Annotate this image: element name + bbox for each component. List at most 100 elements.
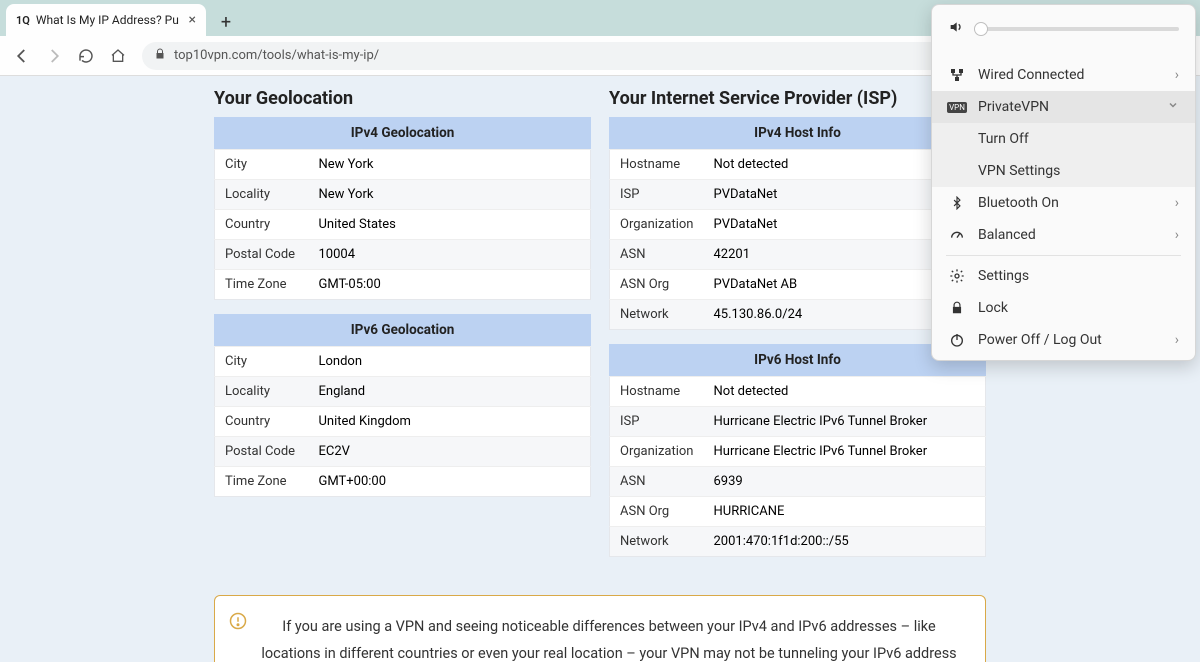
- row-value: New York: [309, 180, 591, 210]
- chevron-right-icon: ›: [1175, 227, 1179, 243]
- url-text: top10vpn.com/tools/what-is-my-ip/: [174, 48, 379, 63]
- tab-favicon: 1Q: [16, 14, 30, 27]
- vpn-turn-off-label: Turn Off: [978, 131, 1179, 147]
- ipv4-geolocation-table: IPv4 Geolocation CityNew YorkLocalityNew…: [214, 117, 591, 300]
- table-row: Network45.130.86.0/24: [610, 300, 986, 330]
- row-value: GMT+00:00: [309, 467, 591, 497]
- separator: [946, 255, 1181, 256]
- row-value: 10004: [309, 240, 591, 270]
- home-button[interactable]: [104, 42, 132, 70]
- row-key: Time Zone: [215, 467, 309, 497]
- vpn-settings[interactable]: VPN Settings: [932, 155, 1195, 187]
- back-button[interactable]: [8, 42, 36, 70]
- row-key: Country: [215, 210, 309, 240]
- table-row: HostnameNot detected: [610, 150, 986, 180]
- speaker-icon: [948, 19, 964, 39]
- row-value: Hurricane Electric IPv6 Tunnel Broker: [704, 407, 986, 437]
- volume-slider-row: [932, 5, 1195, 59]
- row-key: Country: [215, 407, 309, 437]
- volume-slider[interactable]: [974, 27, 1179, 31]
- row-value: New York: [309, 150, 591, 180]
- table-caption: IPv4 Geolocation: [214, 117, 591, 149]
- row-value: GMT-05:00: [309, 270, 591, 300]
- table-row: OrganizationHurricane Electric IPv6 Tunn…: [610, 437, 986, 467]
- volume-thumb[interactable]: [974, 22, 988, 36]
- vpn-warning-banner: If you are using a VPN and seeing notice…: [214, 595, 986, 662]
- row-value: 6939: [704, 467, 986, 497]
- table-row: Time ZoneGMT+00:00: [215, 467, 591, 497]
- network-icon: [948, 67, 966, 83]
- row-key: Network: [610, 527, 704, 557]
- reload-button[interactable]: [72, 42, 100, 70]
- row-key: City: [215, 347, 309, 377]
- table-row: ISPHurricane Electric IPv6 Tunnel Broker: [610, 407, 986, 437]
- vpn-submenu: Turn Off VPN Settings: [932, 123, 1195, 187]
- row-value: Hurricane Electric IPv6 Tunnel Broker: [704, 437, 986, 467]
- table-caption: IPv4 Host Info: [609, 117, 986, 149]
- gear-icon: [948, 268, 966, 284]
- table-row: CityNew York: [215, 150, 591, 180]
- bluetooth-label: Bluetooth On: [978, 195, 1163, 211]
- table-row: CityLondon: [215, 347, 591, 377]
- table-row: ISPPVDataNet: [610, 180, 986, 210]
- row-key: Locality: [215, 377, 309, 407]
- power-off-item[interactable]: Power Off / Log Out ›: [932, 324, 1195, 360]
- row-value: United Kingdom: [309, 407, 591, 437]
- speedometer-icon: [948, 227, 966, 243]
- table-row: ASN6939: [610, 467, 986, 497]
- chevron-right-icon: ›: [1175, 67, 1179, 83]
- wired-network-item[interactable]: Wired Connected ›: [932, 59, 1195, 91]
- row-key: ASN: [610, 240, 704, 270]
- geolocation-heading: Your Geolocation: [214, 88, 591, 109]
- isp-column: Your Internet Service Provider (ISP) IPv…: [609, 88, 986, 571]
- vpn-turn-off[interactable]: Turn Off: [932, 123, 1195, 155]
- warning-text-prefix: If you are using a VPN and seeing notice…: [261, 618, 956, 662]
- table-row: Time ZoneGMT-05:00: [215, 270, 591, 300]
- chevron-right-icon: ›: [1175, 332, 1179, 348]
- ipv6-geolocation-table: IPv6 Geolocation CityLondonLocalityEngla…: [214, 314, 591, 497]
- vpn-icon: VPN: [948, 102, 966, 113]
- row-value: EC2V: [309, 437, 591, 467]
- lock-item[interactable]: Lock: [932, 292, 1195, 324]
- bluetooth-icon: [948, 196, 966, 210]
- row-key: Network: [610, 300, 704, 330]
- bluetooth-item[interactable]: Bluetooth On ›: [932, 187, 1195, 219]
- table-row: ASN42201: [610, 240, 986, 270]
- browser-tab[interactable]: 1Q What Is My IP Address? Pu ×: [6, 4, 206, 36]
- wired-label: Wired Connected: [978, 67, 1163, 83]
- row-value: England: [309, 377, 591, 407]
- table-row: ASN OrgPVDataNet AB: [610, 270, 986, 300]
- ipv4-hostinfo-table: IPv4 Host Info HostnameNot detectedISPPV…: [609, 117, 986, 330]
- row-value: 2001:470:1f1d:200::/55: [704, 527, 986, 557]
- table-row: HostnameNot detected: [610, 377, 986, 407]
- table-row: Network2001:470:1f1d:200::/55: [610, 527, 986, 557]
- row-key: ASN Org: [610, 270, 704, 300]
- table-row: OrganizationPVDataNet: [610, 210, 986, 240]
- row-key: Postal Code: [215, 437, 309, 467]
- settings-label: Settings: [978, 268, 1179, 284]
- row-key: Time Zone: [215, 270, 309, 300]
- table-caption: IPv6 Host Info: [609, 344, 986, 376]
- row-key: Hostname: [610, 150, 704, 180]
- table-row: LocalityNew York: [215, 180, 591, 210]
- row-key: Hostname: [610, 377, 704, 407]
- vpn-settings-label: VPN Settings: [978, 163, 1179, 179]
- forward-button[interactable]: [40, 42, 68, 70]
- vpn-item[interactable]: VPN PrivateVPN: [932, 91, 1195, 123]
- table-row: Postal Code10004: [215, 240, 591, 270]
- settings-item[interactable]: Settings: [932, 260, 1195, 292]
- close-icon[interactable]: ×: [189, 12, 196, 28]
- geolocation-column: Your Geolocation IPv4 Geolocation CityNe…: [214, 88, 591, 571]
- row-key: City: [215, 150, 309, 180]
- lock-label: Lock: [978, 300, 1179, 316]
- lock-icon: [948, 301, 966, 315]
- row-key: Locality: [215, 180, 309, 210]
- row-key: ISP: [610, 407, 704, 437]
- lock-icon: [154, 48, 166, 63]
- row-value: Not detected: [704, 377, 986, 407]
- balanced-label: Balanced: [978, 227, 1163, 243]
- power-profile-item[interactable]: Balanced ›: [932, 219, 1195, 251]
- table-caption: IPv6 Geolocation: [214, 314, 591, 346]
- new-tab-button[interactable]: +: [212, 8, 240, 36]
- warning-icon: [229, 612, 247, 640]
